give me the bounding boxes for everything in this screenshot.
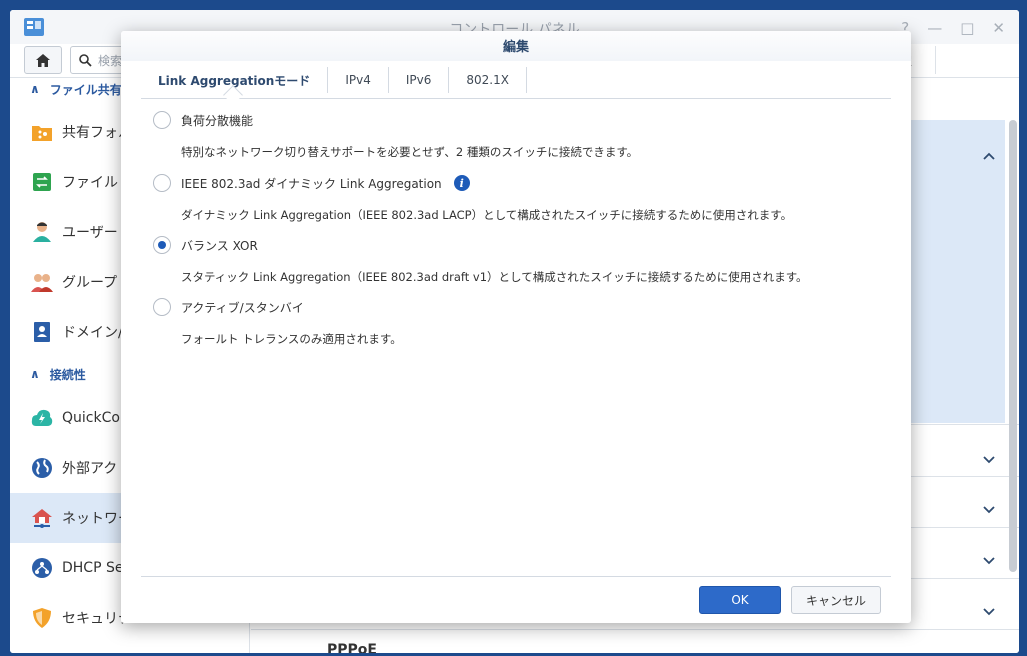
radio-load-balancing[interactable] (153, 111, 171, 129)
domain-icon (30, 320, 54, 344)
content-scrollbar[interactable] (1009, 120, 1017, 572)
chevron-down-icon[interactable] (981, 553, 997, 569)
dialog-tabs: Link Aggregationモード IPv4 IPv6 802.1X (141, 67, 891, 99)
radio-balance-xor[interactable] (153, 236, 171, 254)
minimize-icon[interactable]: — (927, 19, 942, 37)
sidebar-item-label: グループ (62, 275, 118, 291)
dialog-footer-divider (141, 576, 891, 577)
dialog-title: 編集 (121, 31, 911, 61)
globe-icon (30, 456, 54, 480)
tab-ipv6[interactable]: IPv6 (389, 67, 450, 93)
option-balance-xor[interactable]: バランス XOR (153, 236, 258, 254)
sidebar-item-label: 外部アク (62, 461, 118, 477)
chevron-down-icon[interactable] (981, 452, 997, 468)
user-icon (30, 220, 54, 244)
sidebar-item-label: DHCP Se (62, 560, 124, 576)
group-icon (30, 270, 54, 294)
sidebar-item-label: ユーザー (62, 225, 118, 241)
quickconnect-icon (30, 406, 54, 430)
chevron-down-icon[interactable] (981, 502, 997, 518)
network-house-icon (30, 506, 54, 530)
edit-dialog: 編集 Link Aggregationモード IPv4 IPv6 802.1X … (121, 31, 911, 623)
sidebar-item-label: ドメイン/ (62, 325, 123, 341)
section-label: ファイル共有 (49, 82, 122, 97)
shield-icon (30, 606, 54, 630)
pppoe-label: PPPoE (327, 642, 377, 653)
file-services-icon (30, 170, 54, 194)
option-load-balancing[interactable]: 負荷分散機能 (153, 111, 253, 129)
tab-ipv4[interactable]: IPv4 (328, 67, 389, 93)
chevron-up-icon[interactable] (981, 148, 997, 164)
option-description: フォールト トレランスのみ適用されます。 (181, 332, 402, 346)
option-description: ダイナミック Link Aggregation（IEEE 802.3ad LAC… (181, 208, 793, 222)
tab-802-1x[interactable]: 802.1X (449, 67, 527, 93)
toolbar-divider (935, 46, 936, 74)
sidebar-item-label: ファイル (62, 175, 118, 191)
radio-ieee-8023ad-dynamic[interactable] (153, 174, 171, 192)
chevron-up-icon: ∧ (30, 367, 40, 381)
option-description: スタティック Link Aggregation（IEEE 802.3ad dra… (181, 270, 808, 284)
home-button[interactable] (24, 46, 62, 74)
option-description: 特別なネットワーク切り替えサポートを必要とせず、2 種類のスイッチに接続できます… (181, 145, 639, 159)
window-controls: ? — □ ✕ (901, 19, 1005, 37)
row-divider (251, 629, 1019, 630)
sidebar-item-label: QuickCon (62, 410, 129, 426)
option-label: アクティブ/スタンバイ (181, 300, 304, 315)
cancel-button[interactable]: キャンセル (791, 586, 881, 614)
option-active-standby[interactable]: アクティブ/スタンバイ (153, 298, 304, 316)
chevron-down-icon[interactable] (981, 604, 997, 620)
close-icon[interactable]: ✕ (992, 19, 1005, 37)
section-label: 接続性 (49, 367, 86, 382)
search-placeholder: 検索 (98, 53, 123, 68)
radio-active-standby[interactable] (153, 298, 171, 316)
chevron-up-icon: ∧ (30, 82, 40, 96)
option-label: バランス XOR (181, 238, 258, 253)
ok-button[interactable]: OK (699, 586, 781, 614)
search-icon (79, 53, 92, 67)
option-label: 負荷分散機能 (181, 113, 254, 128)
dhcp-server-icon (30, 556, 54, 580)
option-label: IEEE 802.3ad ダイナミック Link Aggregation (181, 176, 442, 191)
shared-folder-icon (30, 120, 54, 144)
maximize-icon[interactable]: □ (960, 19, 974, 37)
option-ieee-8023ad-dynamic[interactable]: IEEE 802.3ad ダイナミック Link Aggregation i (153, 174, 470, 192)
home-icon (36, 53, 50, 67)
info-icon[interactable]: i (453, 175, 470, 191)
